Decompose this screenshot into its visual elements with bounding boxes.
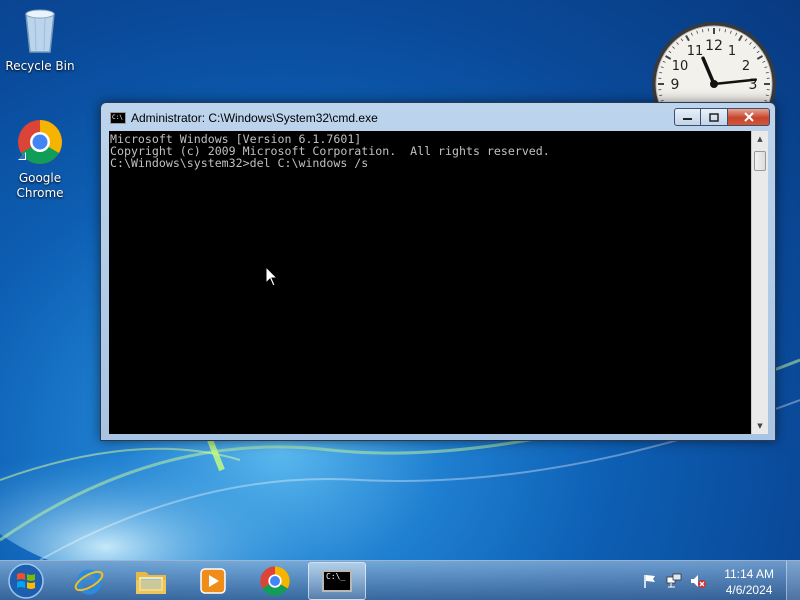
clock-date: 4/6/2024 [725,583,773,597]
system-tray: 11:14 AM 4/6/2024 [630,561,800,600]
minimize-button[interactable] [674,108,701,126]
clock-numeral: 10 [672,59,689,74]
maximize-button[interactable] [701,108,728,126]
action-center-flag-icon[interactable] [642,573,658,589]
scroll-down-button[interactable]: ▼ [752,418,768,434]
arrow-down-icon: ▼ [757,422,763,430]
close-button[interactable] [728,108,770,126]
scrollbar-thumb[interactable] [754,151,766,171]
desktop-icon-label: Recycle Bin [5,59,75,73]
caption-buttons [674,108,770,126]
console-line-prompt: C:\Windows\system32>del C:\windows /s [110,156,369,170]
taskbar-command-prompt[interactable]: C:\_ [308,562,366,600]
media-player-icon [200,568,226,594]
network-icon[interactable] [666,573,682,589]
desktop-icon-recycle-bin[interactable]: Recycle Bin [2,6,78,74]
recycle-bin-icon [25,9,55,53]
windows-start-icon [8,563,44,599]
start-button[interactable] [6,562,46,600]
taskbar-google-chrome[interactable] [246,562,304,600]
taskbar-windows-explorer[interactable] [122,562,180,600]
clock-time: 11:14 AM [724,567,774,581]
scroll-up-button[interactable]: ▲ [752,131,768,147]
console-scrollbar[interactable]: ▲ ▼ [751,131,768,434]
clock-numeral: 9 [671,77,680,93]
volume-muted-icon[interactable] [690,573,706,589]
clock-numeral: 11 [687,44,704,59]
internet-explorer-icon [74,569,104,595]
minimize-icon [682,118,692,120]
cmd-icon-text: C:\_ [326,572,346,581]
taskbar-windows-media-player[interactable] [184,562,242,600]
clock-numeral: 1 [728,44,736,59]
arrow-up-icon: ▲ [757,135,763,143]
clock-numeral: 2 [742,59,750,74]
taskbar: C:\_ 11:14 AM 4/6/2024 [0,560,800,600]
console-output[interactable]: Microsoft Windows [Version 6.1.7601] Copy… [109,131,751,434]
desktop-icon-label: Google Chrome [16,171,64,200]
cmd-window[interactable]: C:\ Administrator: C:\Windows\System32\c… [100,102,776,441]
show-desktop-button[interactable] [786,561,800,600]
restore-icon [709,112,719,122]
chrome-icon [260,566,290,596]
chrome-icon [18,120,62,164]
taskbar-internet-explorer[interactable] [60,562,118,600]
desktop-icon-google-chrome[interactable]: Google Chrome [2,118,78,201]
folder-icon [136,572,166,594]
cmd-title-icon[interactable]: C:\ [110,112,126,124]
cmd-icon: C:\_ [322,570,352,592]
window-title: Administrator: C:\Windows\System32\cmd.e… [131,111,378,125]
clock-numeral: 12 [705,38,723,54]
close-icon [743,112,754,122]
mouse-cursor-icon [265,266,279,287]
taskbar-clock[interactable]: 11:14 AM 4/6/2024 [724,566,774,598]
